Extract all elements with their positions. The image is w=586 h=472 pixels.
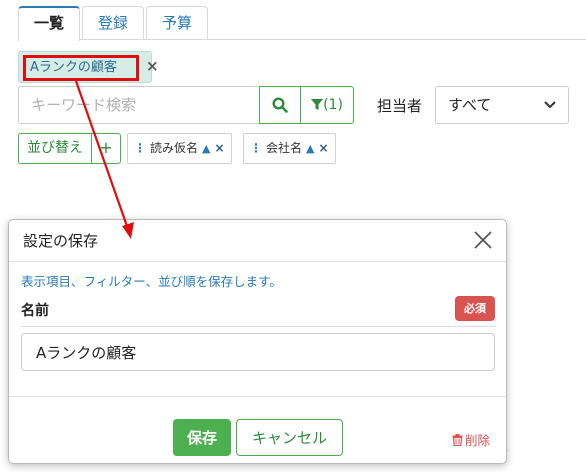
drag-handle-icon[interactable]: ⋮ xyxy=(134,141,146,155)
filter-chip-close-icon[interactable]: × xyxy=(146,57,159,75)
filter-count: (1) xyxy=(323,97,343,113)
owner-select-value: すべて xyxy=(448,96,492,114)
drag-handle-icon[interactable]: ⋮ xyxy=(250,141,262,155)
name-field-label: 名前 xyxy=(21,303,49,319)
search-input[interactable] xyxy=(18,86,260,124)
filter-chip-label[interactable]: Aランクの顧客 xyxy=(23,55,139,81)
tab-list[interactable]: 一覧 xyxy=(18,6,81,41)
owner-select[interactable]: すべて xyxy=(435,86,569,124)
sort-tag-label: 読み仮名 xyxy=(150,141,199,155)
search-icon xyxy=(272,97,288,113)
name-field[interactable] xyxy=(21,333,495,371)
delete-link[interactable]: 削除 xyxy=(452,430,490,449)
tab-divider xyxy=(18,39,586,40)
sort-add-button[interactable]: + xyxy=(91,133,121,164)
chevron-down-icon xyxy=(544,101,556,109)
save-settings-dialog: 設定の保存 表示項目、フィルター、並び順を保存します。 名前 必須 保存 キャン… xyxy=(8,219,507,464)
cancel-button[interactable]: キャンセル xyxy=(236,419,343,456)
sort-remove-icon[interactable]: × xyxy=(214,141,224,155)
sort-direction-icon[interactable]: ▲ xyxy=(306,142,314,155)
close-icon[interactable] xyxy=(472,229,494,251)
sort-remove-icon[interactable]: × xyxy=(318,141,328,155)
field-divider xyxy=(21,326,495,327)
required-badge: 必須 xyxy=(455,296,495,321)
filter-button[interactable]: (1) xyxy=(300,86,354,124)
dialog-description: 表示項目、フィルター、並び順を保存します。 xyxy=(21,274,282,289)
funnel-icon xyxy=(311,99,324,110)
save-button[interactable]: 保存 xyxy=(173,419,231,456)
tab-register[interactable]: 登録 xyxy=(82,6,145,40)
tab-bar: 一覧 登録 予算 xyxy=(18,6,210,41)
tab-budget[interactable]: 予算 xyxy=(146,6,209,40)
sort-tag-reading[interactable]: ⋮ 読み仮名 ▲ × xyxy=(127,133,232,164)
dialog-footer-divider xyxy=(9,396,506,397)
sort-tag-label: 会社名 xyxy=(266,141,303,155)
filter-chip: Aランクの顧客 × xyxy=(18,51,159,83)
dialog-header-divider xyxy=(9,261,506,262)
dialog-title: 設定の保存 xyxy=(23,232,99,250)
sort-direction-icon[interactable]: ▲ xyxy=(202,142,210,155)
search-button[interactable] xyxy=(259,86,301,124)
owner-label: 担当者 xyxy=(377,97,423,115)
delete-label: 削除 xyxy=(465,433,491,448)
sort-tag-company[interactable]: ⋮ 会社名 ▲ × xyxy=(243,133,336,164)
trash-icon xyxy=(452,433,463,446)
sort-button[interactable]: 並び替え xyxy=(18,133,92,164)
